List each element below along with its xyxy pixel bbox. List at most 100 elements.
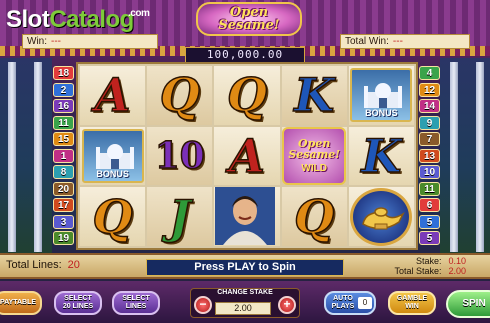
symbol-q: Q (293, 189, 335, 244)
symbol-k: K (361, 128, 402, 183)
stake-label: Stake: (415, 256, 442, 266)
reel-cell: Open Sesame! WILD (281, 126, 347, 186)
wild-tag: WILD (301, 163, 327, 175)
auto-line2: PLAYS (331, 303, 355, 310)
symbol-q: Q (226, 68, 268, 123)
gamble-line1: GAMBLE (396, 295, 428, 302)
bonus-tag: BONUS (365, 108, 398, 119)
symbol-k: K (293, 68, 335, 123)
win-display: Win: --- (22, 34, 158, 49)
auto-line1: AUTO (333, 295, 353, 302)
slot-game-screen: SlotCatalog .com Open Sesame! Win: --- Tot… (0, 0, 490, 323)
symbol-q: Q (92, 189, 134, 244)
reel-cell (348, 187, 414, 246)
total-lines-label: Total Lines: (6, 259, 62, 271)
payline-badge[interactable]: 10 (419, 165, 440, 179)
brand-suffix: .com (128, 8, 150, 19)
brand-part1: Slot (6, 6, 50, 33)
win-value: --- (51, 36, 61, 47)
symbol-10: 10 (154, 134, 206, 177)
bonus-palace-symbol: BONUS (81, 128, 144, 183)
gamble-line2: WIN (405, 303, 419, 310)
spin-button[interactable]: SPIN (446, 290, 490, 318)
decrease-stake-button[interactable]: − (194, 296, 212, 314)
symbol-a: A (228, 128, 265, 183)
game-logo: Open Sesame! (196, 2, 302, 36)
reel-cell: A (80, 66, 146, 125)
reel-cell: Q (281, 187, 347, 246)
payline-badge[interactable]: 7 (419, 132, 440, 146)
payline-badge[interactable]: 20 (53, 181, 74, 196)
wild-symbol: Open Sesame! WILD (282, 126, 347, 185)
brand-part2: Catalog (49, 6, 134, 33)
paytable-button[interactable]: PAYTABLE (0, 291, 42, 315)
reel-cell: Q (214, 66, 280, 125)
brand-watermark: SlotCatalog .com (6, 6, 150, 34)
auto-plays-count: 0 (358, 297, 372, 309)
payline-indicators-right: 4 12 14 9 7 13 10 11 6 5 5 (419, 66, 441, 248)
win-label: Win: (27, 36, 47, 47)
bonus-palace-symbol: BONUS (350, 68, 413, 123)
pillar (8, 62, 16, 252)
payline-badge[interactable]: 5 (419, 214, 440, 229)
magic-lamp-symbol (350, 187, 413, 246)
total-win-display: Total Win: --- (340, 34, 470, 49)
symbol-q: Q (159, 68, 201, 123)
increase-stake-button[interactable]: + (278, 296, 296, 314)
select-line2: LINES (125, 303, 147, 310)
select-lines-button[interactable]: SELECT LINES (112, 291, 160, 315)
reel-grid: A Q Q K BONUS BONUS 10 A Open Sesame! WILD K Q J Q (76, 62, 418, 250)
payline-badge[interactable]: 11 (419, 181, 440, 196)
jackpot-display: 100,000.00 (185, 47, 305, 63)
payline-indicators-left: 18 2 16 11 15 1 8 20 17 3 19 (53, 66, 75, 248)
status-message: Press PLAY to Spin (146, 259, 344, 276)
reel-cell: K (281, 66, 347, 125)
payline-badge[interactable]: 3 (53, 214, 74, 229)
total-lines-display: Total Lines: 20 (6, 259, 80, 271)
total-stake-label: Total Stake: (394, 266, 442, 276)
payline-badge[interactable]: 5 (419, 231, 440, 245)
palace-backdrop-right (440, 58, 490, 258)
logo-line2: Sesame! (218, 18, 280, 33)
payline-badge[interactable]: 18 (53, 66, 74, 80)
reel-cell (214, 187, 280, 246)
payline-badge[interactable]: 9 (419, 115, 440, 130)
payline-badge[interactable]: 1 (53, 148, 74, 163)
stake-summary: Stake: 0.10 Total Stake: 2.00 (384, 256, 466, 276)
payline-badge[interactable]: 11 (53, 115, 74, 130)
pillar (450, 62, 458, 252)
spin-label: SPIN (462, 298, 486, 309)
payline-badge[interactable]: 19 (53, 231, 74, 245)
payline-badge[interactable]: 17 (53, 198, 74, 212)
select20-line1: SELECT (64, 295, 92, 302)
reel-cell: BONUS (348, 66, 414, 125)
reel-cell: J (147, 187, 213, 246)
payline-badge[interactable]: 6 (419, 198, 440, 212)
select20-line2: 20 LINES (62, 303, 94, 310)
pillar (34, 62, 42, 252)
payline-badge[interactable]: 15 (53, 132, 74, 146)
select-line1: SELECT (122, 295, 150, 302)
wild-line2: Sesame! (288, 148, 341, 162)
stake-amount-display: 2.00 (215, 302, 271, 315)
payline-badge[interactable]: 4 (419, 66, 440, 80)
palace-backdrop-left (0, 58, 52, 258)
paytable-label: PAYTABLE (0, 299, 37, 306)
payline-badge[interactable]: 16 (53, 99, 74, 113)
gamble-win-button[interactable]: GAMBLE WIN (388, 291, 436, 315)
payline-badge[interactable]: 12 (419, 82, 440, 97)
reel-cell: Q (147, 66, 213, 125)
total-lines-value: 20 (67, 259, 80, 271)
payline-badge[interactable]: 2 (53, 82, 74, 97)
total-win-value: --- (392, 36, 403, 47)
reel-cell: BONUS (80, 126, 146, 186)
payline-badge[interactable]: 14 (419, 99, 440, 113)
symbol-a: A (94, 68, 131, 123)
change-stake-label: CHANGE STAKE (217, 289, 273, 296)
payline-badge[interactable]: 8 (53, 165, 74, 179)
payline-badge[interactable]: 13 (419, 148, 440, 163)
select-20-lines-button[interactable]: SELECT 20 LINES (54, 291, 102, 315)
stake-value: 0.10 (448, 256, 466, 266)
reel-cell: Q (80, 187, 146, 246)
symbol-j: J (168, 189, 191, 244)
